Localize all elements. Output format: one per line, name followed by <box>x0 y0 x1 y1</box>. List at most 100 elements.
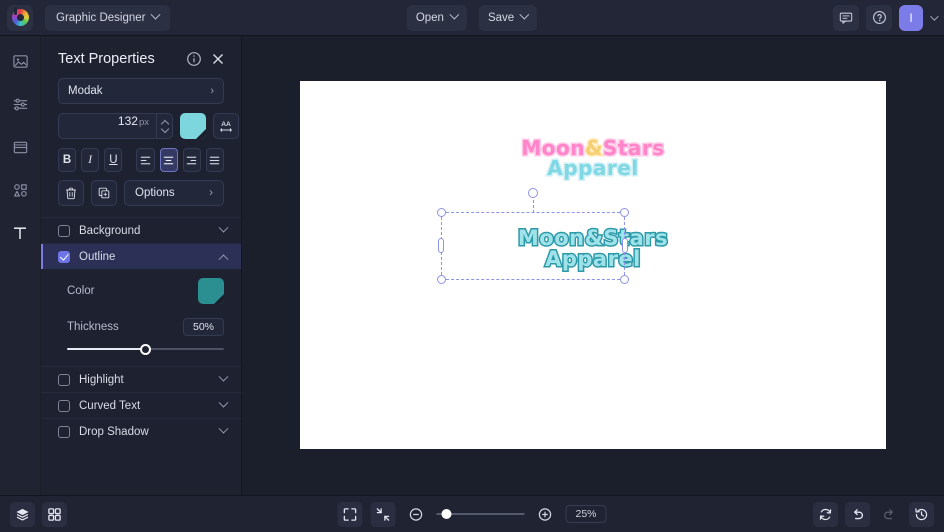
artboard[interactable]: Moon&Stars Apparel Moon&Stars Apparel <box>300 81 886 449</box>
rail-item-shapes[interactable] <box>7 177 33 203</box>
text-format-row: B I U <box>41 148 241 172</box>
text-properties-panel: Text Properties <box>41 36 242 495</box>
letter-spacing-icon: AA <box>218 118 234 134</box>
highlight-checkbox[interactable] <box>58 374 70 386</box>
zoom-out-button[interactable] <box>403 502 428 527</box>
zoom-out-icon <box>408 507 423 522</box>
undo-icon <box>850 507 865 522</box>
section-curved-text: Curved Text <box>41 392 241 418</box>
underline-button[interactable]: U <box>104 148 122 172</box>
undo-button[interactable] <box>845 502 870 527</box>
section-highlight-header[interactable]: Highlight <box>41 367 241 392</box>
grid-icon <box>47 507 62 522</box>
avatar[interactable]: I <box>899 5 923 31</box>
rail-item-image[interactable] <box>7 48 33 74</box>
slider-knob[interactable] <box>140 344 151 355</box>
chevron-down-icon <box>219 372 229 382</box>
bold-label: B <box>63 154 71 166</box>
resize-handle-right[interactable] <box>622 238 628 253</box>
bold-button[interactable]: B <box>58 148 76 172</box>
slider-track-fill <box>67 348 146 350</box>
shrink-to-fit-icon <box>375 507 390 522</box>
align-right-button[interactable] <box>183 148 201 172</box>
rotate-handle[interactable] <box>528 188 538 198</box>
project-name-label: Graphic Designer <box>56 12 145 24</box>
resize-handle-bottom-right[interactable] <box>620 275 629 284</box>
curved-text-checkbox[interactable] <box>58 400 70 412</box>
history-button[interactable] <box>909 502 934 527</box>
font-family-select[interactable]: Modak › <box>58 78 224 104</box>
resize-handle-bottom-left[interactable] <box>437 275 446 284</box>
section-outline-header[interactable]: Outline <box>41 244 241 269</box>
reset-button[interactable] <box>813 502 838 527</box>
resize-handle-top-right[interactable] <box>620 208 629 217</box>
fit-screen-button[interactable] <box>337 502 362 527</box>
options-button[interactable]: Options › <box>124 180 224 206</box>
font-size-row: 132 px AA <box>41 113 241 139</box>
help-button[interactable] <box>866 5 892 31</box>
text-object-top[interactable]: Moon&Stars Apparel <box>300 138 886 179</box>
zoom-in-button[interactable] <box>532 502 557 527</box>
chevron-down-icon[interactable] <box>162 128 168 132</box>
outline-color-row: Color <box>58 278 224 304</box>
panel-close-button[interactable] <box>209 50 227 68</box>
rail-item-text[interactable] <box>7 220 33 246</box>
redo-button[interactable] <box>877 502 902 527</box>
align-justify-button[interactable] <box>206 148 224 172</box>
align-justify-icon <box>208 154 221 167</box>
shrink-to-fit-button[interactable] <box>370 502 395 527</box>
account-chevron-down-icon[interactable] <box>930 12 938 20</box>
panel-info-button[interactable] <box>185 50 203 68</box>
duplicate-button[interactable] <box>91 180 117 206</box>
redo-icon <box>882 507 897 522</box>
zoom-slider[interactable] <box>436 508 524 520</box>
adjustments-icon <box>12 96 29 113</box>
drop-shadow-checkbox[interactable] <box>58 426 70 438</box>
italic-button[interactable]: I <box>81 148 99 172</box>
panel-header: Text Properties <box>41 36 241 78</box>
text-actions-row: Options › <box>41 180 241 206</box>
zoom-controls: 25% <box>337 502 606 527</box>
text-top-line2: Apparel <box>300 158 886 178</box>
open-button[interactable]: Open <box>407 5 467 31</box>
chat-button[interactable] <box>833 5 859 31</box>
outline-thickness-value[interactable]: 50% <box>183 318 224 336</box>
resize-handle-top-left[interactable] <box>437 208 446 217</box>
letter-spacing-button[interactable]: AA <box>213 113 239 139</box>
selection-box[interactable] <box>441 212 625 280</box>
outline-checkbox[interactable] <box>58 251 70 263</box>
grid-button[interactable] <box>42 502 67 527</box>
outline-thickness-slider[interactable] <box>67 342 224 356</box>
zoom-level-value[interactable]: 25% <box>565 505 606 523</box>
layout-icon <box>12 139 29 156</box>
project-selector-button[interactable]: Graphic Designer <box>45 5 170 31</box>
canvas-area[interactable]: Moon&Stars Apparel Moon&Stars Apparel <box>242 36 944 495</box>
section-drop-shadow-header[interactable]: Drop Shadow <box>41 419 241 444</box>
app-logo[interactable] <box>7 5 33 31</box>
font-size-unit: px <box>139 117 149 128</box>
resize-handle-left[interactable] <box>438 238 444 253</box>
rail-item-adjustments[interactable] <box>7 91 33 117</box>
tool-rail <box>0 36 41 495</box>
section-background-header[interactable]: Background <box>41 218 241 243</box>
rail-item-layout[interactable] <box>7 134 33 160</box>
delete-button[interactable] <box>58 180 84 206</box>
font-size-input[interactable]: 132 px <box>58 113 157 139</box>
outline-color-swatch[interactable] <box>198 278 224 304</box>
font-family-value: Modak <box>68 85 103 97</box>
open-label: Open <box>416 12 444 24</box>
outline-thickness-label: Thickness <box>58 321 183 333</box>
background-checkbox[interactable] <box>58 225 70 237</box>
section-curved-text-header[interactable]: Curved Text <box>41 393 241 418</box>
zoom-slider-knob[interactable] <box>441 509 451 519</box>
chevron-right-icon: › <box>209 187 213 199</box>
layers-button[interactable] <box>10 502 35 527</box>
text-color-swatch[interactable] <box>180 113 206 139</box>
align-left-button[interactable] <box>136 148 154 172</box>
font-size-stepper[interactable]: 132 px <box>58 113 173 139</box>
font-size-arrows[interactable] <box>157 113 173 139</box>
save-button[interactable]: Save <box>479 5 537 31</box>
bottom-right-group <box>813 502 934 527</box>
layers-icon <box>15 507 30 522</box>
align-center-button[interactable] <box>160 148 178 172</box>
